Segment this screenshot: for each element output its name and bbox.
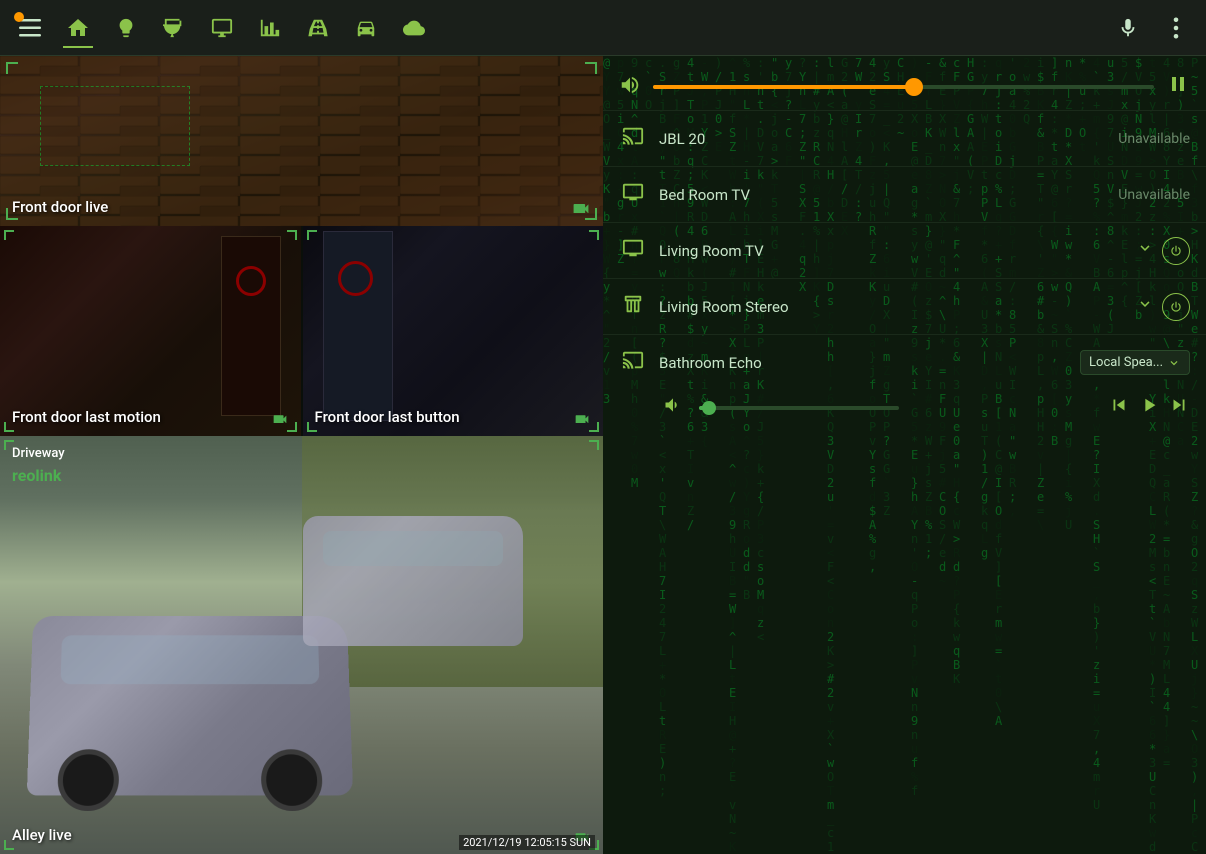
- control-panel: B54;eW"=7qF3Kz'q(nx>8wy|/zr]Gh7>,t_5b@YY…: [603, 56, 1206, 854]
- nav-right-section: [1106, 6, 1198, 50]
- camera-front-door-button[interactable]: Front door last button: [303, 226, 604, 436]
- device-row-bathroom-echo: Bathroom Echo Local Spea...: [603, 334, 1206, 390]
- nav-item-monitor[interactable]: [200, 6, 244, 50]
- nav-item-lights[interactable]: [104, 6, 148, 50]
- top-navigation: [0, 0, 1206, 56]
- bathroom-echo-output-value: Local Spea...: [1089, 355, 1163, 370]
- living-room-stereo-power[interactable]: [1162, 293, 1190, 321]
- jbl20-name: JBL 20: [659, 130, 1106, 148]
- bathroom-echo-media-controls: [1108, 394, 1190, 421]
- next-track-button[interactable]: [1168, 394, 1190, 421]
- pause-button[interactable]: [1166, 72, 1190, 102]
- volume-slider-fill: [653, 85, 914, 89]
- living-room-stereo-name: Living Room Stereo: [659, 298, 1124, 316]
- jbl20-cast-icon: [619, 125, 647, 152]
- device-row-living-room-tv: Living Room TV: [603, 222, 1206, 278]
- alley-timestamp: 2021/12/19 12:05:15 SUN: [459, 835, 595, 850]
- bathroom-echo-volume-track[interactable]: [699, 406, 899, 410]
- living-room-tv-icon: [619, 237, 647, 264]
- driveway-label: Driveway: [12, 446, 65, 461]
- play-button[interactable]: [1138, 394, 1160, 421]
- volume-slider-track[interactable]: [653, 85, 1154, 89]
- front-door-button-camera-icon: [573, 407, 591, 428]
- previous-track-button[interactable]: [1108, 394, 1130, 421]
- main-volume-row: [603, 64, 1206, 110]
- living-room-stereo-icon: [619, 293, 647, 320]
- front-door-live-label: Front door live: [12, 198, 108, 216]
- bedroom-tv-icon: [619, 181, 647, 208]
- menu-button[interactable]: [8, 6, 52, 50]
- sub-volume-icon: [659, 395, 687, 420]
- device-row-living-room-stereo: Living Room Stereo: [603, 278, 1206, 334]
- camera-mid-row: Front door last motion: [0, 226, 603, 436]
- living-room-tv-power[interactable]: [1162, 237, 1190, 265]
- front-door-live-camera-icon: [571, 197, 591, 218]
- device-row-bedroom-tv: Bed Room TV Unavailable: [603, 166, 1206, 222]
- camera-driveway-alley[interactable]: Driveway reolink Alley live 2021/12/19 1…: [0, 436, 603, 854]
- camera-front-door-motion[interactable]: Front door last motion: [0, 226, 303, 436]
- bathroom-echo-icon: [619, 349, 647, 376]
- bathroom-echo-volume-thumb[interactable]: [702, 401, 716, 415]
- bedroom-tv-name: Bed Room TV: [659, 186, 1106, 204]
- alley-live-label: Alley live: [12, 826, 72, 844]
- volume-slider-thumb[interactable]: [905, 78, 923, 96]
- camera-front-door-live[interactable]: Front door live: [0, 56, 603, 226]
- notification-dot: [14, 12, 24, 22]
- bathroom-echo-name: Bathroom Echo: [659, 354, 1068, 372]
- bathroom-echo-sub-controls: [603, 390, 1206, 429]
- device-row-jbl20: JBL 20 Unavailable: [603, 110, 1206, 166]
- living-room-stereo-chevron[interactable]: [1136, 295, 1154, 318]
- reolink-brand-label: reolink: [12, 466, 61, 485]
- volume-icon: [619, 74, 641, 101]
- living-room-tv-chevron[interactable]: [1136, 239, 1154, 262]
- front-door-button-label: Front door last button: [315, 408, 460, 426]
- nav-item-car[interactable]: [344, 6, 388, 50]
- nav-item-cloud[interactable]: [392, 6, 436, 50]
- front-door-motion-label: Front door last motion: [12, 408, 161, 426]
- front-door-motion-camera-icon: [271, 407, 289, 428]
- jbl20-status: Unavailable: [1118, 131, 1190, 147]
- nav-item-home[interactable]: [56, 6, 100, 50]
- bedroom-tv-status: Unavailable: [1118, 187, 1190, 203]
- bathroom-echo-output-dropdown[interactable]: Local Spea...: [1080, 350, 1190, 375]
- more-options-button[interactable]: [1154, 6, 1198, 50]
- nav-left-section: [8, 6, 436, 50]
- nav-item-grill[interactable]: [152, 6, 196, 50]
- bathroom-echo-actions: Local Spea...: [1080, 350, 1190, 375]
- living-room-stereo-actions: [1136, 293, 1190, 321]
- microphone-button[interactable]: [1106, 6, 1150, 50]
- living-room-tv-name: Living Room TV: [659, 242, 1124, 260]
- camera-panel: Front door live: [0, 56, 603, 854]
- nav-item-graph[interactable]: [248, 6, 292, 50]
- nav-item-road[interactable]: [296, 6, 340, 50]
- controls-content: JBL 20 Unavailable Bed Room TV Unavailab…: [603, 56, 1206, 437]
- main-content: Front door live: [0, 56, 1206, 854]
- living-room-tv-actions: [1136, 237, 1190, 265]
